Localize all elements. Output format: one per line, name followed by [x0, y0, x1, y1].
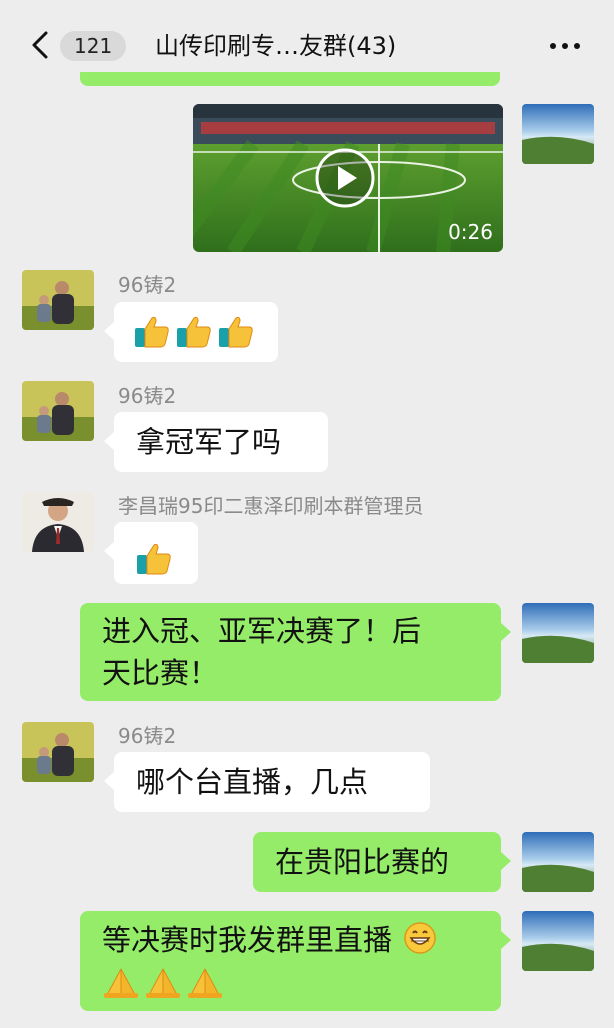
my-avatar[interactable] [522, 911, 594, 971]
sender-name: 李昌瑞95印二惠泽印刷本群管理员 [118, 494, 424, 518]
my-avatar[interactable] [522, 832, 594, 892]
thumbs-up-icon [177, 316, 211, 348]
avatar-96zhu2[interactable] [22, 722, 94, 782]
message-text: 在贵阳比赛的 [275, 845, 450, 879]
more-icon[interactable] [545, 33, 585, 59]
sender-name: 96铸2 [118, 273, 177, 297]
thumbs-up-icon [135, 316, 169, 348]
thumbs-up-icon [219, 316, 253, 348]
text-message-bubble[interactable]: 等决赛时我发群里直播 [80, 911, 511, 1011]
avatar-admin[interactable] [22, 492, 94, 552]
unread-count-badge[interactable]: 121 [60, 31, 127, 61]
video-message[interactable]: 0:26 [193, 104, 503, 252]
thumbs-up-icon [137, 543, 171, 575]
sender-name: 96铸2 [118, 384, 177, 408]
avatar-96zhu2[interactable] [22, 381, 94, 441]
folded-hands-icon [188, 968, 222, 998]
group-title: 山传印刷专…友群(43) [155, 32, 397, 60]
video-duration: 0:26 [448, 220, 493, 244]
text-message-bubble[interactable]: 拿冠军了吗 [104, 412, 328, 472]
folded-hands-icon [146, 968, 180, 998]
folded-hands-icon [104, 968, 138, 998]
text-message-bubble[interactable]: 在贵阳比赛的 [253, 832, 511, 892]
emoji-message-bubble[interactable] [104, 302, 278, 362]
message-text-line: 进入冠、亚军决赛了！后 [102, 614, 422, 648]
previous-message-bubble[interactable] [80, 72, 500, 86]
my-avatar[interactable] [522, 104, 594, 164]
back-arrow-icon[interactable] [28, 30, 54, 60]
avatar-96zhu2[interactable] [22, 270, 94, 330]
play-icon[interactable] [310, 148, 380, 208]
grin-emoji-icon [404, 922, 436, 954]
message-text: 等决赛时我发群里直播 [102, 923, 393, 957]
my-avatar[interactable] [522, 603, 594, 663]
text-message-bubble[interactable]: 哪个台直播，几点 [104, 752, 430, 812]
text-message-bubble[interactable]: 进入冠、亚军决赛了！后 天比赛！ [80, 603, 511, 701]
emoji-message-bubble[interactable] [104, 522, 198, 584]
sender-name: 96铸2 [118, 724, 177, 748]
message-text: 拿冠军了吗 [136, 425, 282, 459]
message-text-line: 天比赛！ [102, 656, 219, 690]
message-text: 哪个台直播，几点 [136, 765, 369, 799]
